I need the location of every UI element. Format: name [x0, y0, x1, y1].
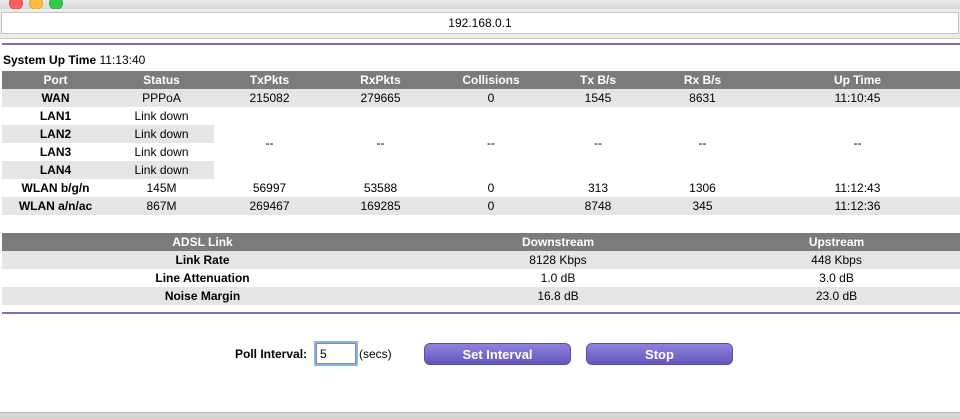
zoom-window-icon[interactable]: [49, 0, 63, 9]
status-cell: 867M: [109, 197, 214, 215]
txbs-cell: 8748: [546, 197, 650, 215]
poll-controls: Poll Interval: (secs) Set Interval Stop: [0, 341, 960, 366]
status-cell: PPPoA: [109, 89, 214, 107]
poll-interval-label: Poll Interval:: [235, 347, 308, 361]
adsl-label-cell: Noise Margin: [2, 287, 403, 305]
bottom-divider: [2, 312, 960, 314]
table-row-wan: WAN PPPoA 215082 279665 0 1545 8631 11:1…: [2, 89, 960, 107]
adsl-label-cell: Line Attenuation: [155, 271, 250, 285]
port-cell: LAN4: [2, 161, 109, 179]
col-header: RxPkts: [325, 71, 436, 89]
port-stats-table: Port Status TxPkts RxPkts Collisions Tx …: [2, 71, 960, 215]
table-row-link-rate: Link Rate 8128 Kbps 448 Kbps: [2, 251, 960, 269]
adsl-label-cell: Link Rate: [2, 251, 403, 269]
collisions-cell: 0: [436, 89, 546, 107]
top-divider: [2, 43, 960, 45]
col-header: ADSL Link: [2, 233, 403, 251]
poll-unit-label: (secs): [359, 347, 392, 361]
collisions-cell: --: [436, 107, 546, 179]
uptime-label: System Up Time: [3, 53, 97, 67]
rxbs-cell: 1306: [689, 181, 716, 195]
window-titlebar: [0, 0, 960, 9]
port-cell: WLAN a/n/ac: [2, 197, 109, 215]
set-interval-button[interactable]: Set Interval: [424, 343, 571, 365]
col-header: TxPkts: [214, 71, 325, 89]
rxpkts-cell: --: [325, 107, 436, 179]
uptime-cell: 11:10:45: [755, 89, 960, 107]
port-cell: LAN3: [39, 145, 72, 159]
table-row-noise-margin: Noise Margin 16.8 dB 23.0 dB: [2, 287, 960, 305]
port-cell: LAN2: [2, 125, 109, 143]
col-header: Status: [109, 71, 214, 89]
uptime-cell: 11:12:36: [755, 197, 960, 215]
close-window-icon[interactable]: [9, 0, 23, 9]
upstream-cell: 23.0 dB: [713, 287, 960, 305]
port-cell: WAN: [2, 89, 109, 107]
txpkts-cell: 56997: [252, 181, 287, 195]
col-header: Up Time: [755, 71, 960, 89]
system-uptime: System Up Time 11:13:40: [3, 53, 145, 67]
rxpkts-cell: 53588: [363, 181, 398, 195]
uptime-cell: 11:12:43: [834, 181, 881, 195]
table-header-row: ADSL Link Downstream Upstream: [2, 233, 960, 251]
col-header: Tx B/s: [546, 71, 650, 89]
port-cell: LAN1: [39, 109, 72, 123]
uptime-cell: --: [755, 107, 960, 179]
txpkts-cell: 215082: [214, 89, 325, 107]
stop-button[interactable]: Stop: [586, 343, 733, 365]
upstream-cell: 3.0 dB: [819, 271, 854, 285]
status-cell: 145M: [146, 181, 177, 195]
table-row-line-attenuation: Line Attenuation 1.0 dB 3.0 dB: [2, 269, 960, 287]
url-field[interactable]: 192.168.0.1: [1, 12, 959, 34]
rxpkts-cell: 279665: [325, 89, 436, 107]
rxbs-cell: 8631: [650, 89, 755, 107]
collisions-cell: 0: [436, 197, 546, 215]
col-header: Rx B/s: [650, 71, 755, 89]
txpkts-cell: 269467: [214, 197, 325, 215]
table-row-wlan-anac: WLAN a/n/ac 867M 269467 169285 0 8748 34…: [2, 197, 960, 215]
table-header-row: Port Status TxPkts RxPkts Collisions Tx …: [2, 71, 960, 89]
table-row-wlan-bgn: WLAN b/g/n 145M 56997 53588 0 313 1306 1…: [2, 179, 960, 197]
upstream-cell: 448 Kbps: [713, 251, 960, 269]
poll-interval-input[interactable]: [314, 341, 358, 366]
status-cell: Link down: [134, 145, 189, 159]
col-header: Port: [2, 71, 109, 89]
col-header: Upstream: [713, 233, 960, 251]
downstream-cell: 8128 Kbps: [403, 251, 713, 269]
rxbs-cell: 345: [650, 197, 755, 215]
col-header: Collisions: [436, 71, 546, 89]
col-header: Downstream: [403, 233, 713, 251]
status-cell: Link down: [109, 161, 214, 179]
txpkts-cell: --: [214, 107, 325, 179]
status-cell: Link down: [134, 109, 189, 123]
rxbs-cell: --: [650, 107, 755, 179]
table-row-lan1: LAN1 Link down -- -- -- -- -- --: [2, 107, 960, 179]
txbs-cell: --: [546, 107, 650, 179]
collisions-cell: 0: [487, 181, 495, 195]
downstream-cell: 1.0 dB: [540, 271, 576, 285]
port-cell: WLAN b/g/n: [21, 181, 90, 195]
minimize-window-icon[interactable]: [29, 0, 43, 9]
uptime-value: 11:13:40: [99, 53, 146, 67]
downstream-cell: 16.8 dB: [403, 287, 713, 305]
status-cell: Link down: [109, 125, 214, 143]
address-bar: 192.168.0.1: [0, 9, 960, 39]
txbs-cell: 313: [587, 181, 609, 195]
rxpkts-cell: 169285: [325, 197, 436, 215]
txbs-cell: 1545: [546, 89, 650, 107]
adsl-table: ADSL Link Downstream Upstream Link Rate …: [2, 233, 960, 305]
